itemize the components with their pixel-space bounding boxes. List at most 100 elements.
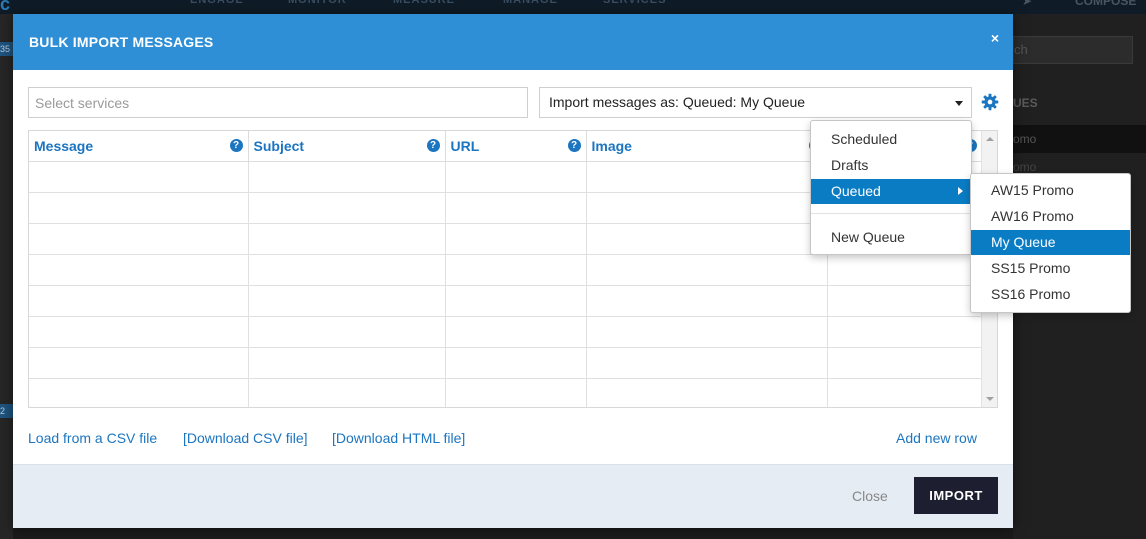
table-cell[interactable] (445, 161, 587, 193)
import-as-dropdown: Scheduled Drafts Queued New Queue (810, 120, 972, 255)
table-cell[interactable] (586, 223, 828, 255)
table-cell[interactable] (586, 285, 828, 317)
nav-measure[interactable]: MEASURE (393, 0, 455, 10)
caret-down-icon (955, 101, 963, 106)
menu-item-new-queue[interactable]: New Queue (811, 225, 971, 250)
table-cell[interactable] (29, 347, 249, 379)
app-top-bar: c ENGAGE MONITOR MEASURE MANAGE SERVICES… (0, 0, 1146, 14)
table-cell[interactable] (827, 254, 983, 286)
submenu-item-ss15-promo[interactable]: SS15 Promo (971, 256, 1130, 281)
table-cell[interactable] (586, 161, 828, 193)
help-icon[interactable]: ? (426, 139, 440, 152)
submenu-item-aw15-promo[interactable]: AW15 Promo (971, 178, 1130, 203)
table-cell[interactable] (248, 161, 446, 193)
table-cell[interactable] (248, 378, 446, 407)
download-csv-link[interactable]: [Download CSV file] (183, 430, 308, 446)
app-logo: c (0, 0, 11, 14)
bulk-import-modal: BULK IMPORT MESSAGES × Import messages a… (13, 14, 1013, 528)
table-cell[interactable] (445, 378, 587, 407)
table-cell[interactable] (29, 223, 249, 255)
table-cell[interactable] (586, 347, 828, 379)
table-cell[interactable] (445, 223, 587, 255)
close-icon[interactable]: × (991, 30, 999, 46)
table-cell[interactable] (586, 378, 828, 407)
table-cell[interactable] (827, 316, 983, 348)
nav-manage[interactable]: MANAGE (503, 0, 558, 10)
submenu-item-aw16-promo[interactable]: AW16 Promo (971, 204, 1130, 229)
import-as-value: Import messages as: Queued: My Queue (549, 94, 806, 110)
table-row (29, 285, 983, 317)
table-cell[interactable] (586, 316, 828, 348)
gear-icon[interactable] (981, 93, 999, 111)
table-cell[interactable] (29, 192, 249, 224)
table-row (29, 378, 983, 407)
import-button[interactable]: IMPORT (914, 477, 998, 514)
nav-monitor[interactable]: MONITOR (288, 0, 347, 10)
table-row (29, 316, 983, 348)
table-cell[interactable] (248, 285, 446, 317)
column-label: Subject (253, 137, 305, 154)
menu-item-label: Queued (831, 183, 881, 199)
table-cell[interactable] (29, 316, 249, 348)
close-button[interactable]: Close (852, 488, 888, 504)
scroll-down-icon[interactable] (986, 397, 994, 401)
load-csv-link[interactable]: Load from a CSV file (28, 430, 157, 446)
compose-button[interactable]: COMPOSE (1075, 0, 1136, 8)
table-cell[interactable] (827, 285, 983, 317)
menu-item-scheduled[interactable]: Scheduled (811, 127, 971, 152)
modal-footer: Close IMPORT (13, 464, 1013, 528)
import-as-select[interactable]: Import messages as: Queued: My Queue (539, 87, 972, 118)
table-cell[interactable] (445, 192, 587, 224)
column-header-message: Message? (29, 131, 249, 162)
table-cell[interactable] (445, 347, 587, 379)
modal-title: BULK IMPORT MESSAGES (29, 34, 214, 50)
nav-services[interactable]: SERVICES (603, 0, 666, 10)
table-cell[interactable] (445, 316, 587, 348)
caret-right-icon (958, 187, 963, 195)
app-left-rail: 35 2 (0, 14, 13, 539)
submenu-item-my-queue[interactable]: My Queue (971, 230, 1130, 255)
table-cell[interactable] (827, 347, 983, 379)
queue-submenu: AW15 Promo AW16 Promo My Queue SS15 Prom… (970, 173, 1131, 313)
submenu-item-ss16-promo[interactable]: SS16 Promo (971, 282, 1130, 307)
side-panel-title: UES (1013, 96, 1038, 110)
table-row (29, 254, 983, 286)
menu-item-queued[interactable]: Queued (811, 179, 971, 204)
modal-header: BULK IMPORT MESSAGES × (13, 14, 1013, 70)
side-panel-item[interactable]: omo (1013, 125, 1146, 153)
scroll-up-icon[interactable] (986, 137, 994, 141)
left-badge: 35 (0, 42, 13, 56)
table-cell[interactable] (248, 254, 446, 286)
column-header-image: Image? (586, 131, 828, 162)
nav-engage[interactable]: ENGAGE (190, 0, 244, 10)
table-row (29, 347, 983, 379)
table-cell[interactable] (827, 378, 983, 407)
table-cell[interactable] (586, 192, 828, 224)
column-label: Message (34, 137, 94, 154)
left-badge: 2 (0, 404, 13, 418)
table-cell[interactable] (445, 285, 587, 317)
side-panel-item[interactable]: omo (1013, 160, 1036, 174)
column-label: URL (450, 137, 480, 154)
table-cell[interactable] (248, 316, 446, 348)
table-cell[interactable] (248, 223, 446, 255)
help-icon[interactable]: ? (567, 139, 581, 152)
menu-item-drafts[interactable]: Drafts (811, 153, 971, 178)
download-html-link[interactable]: [Download HTML file] (332, 430, 465, 446)
table-cell[interactable] (248, 347, 446, 379)
table-cell[interactable] (29, 285, 249, 317)
column-label: Image (591, 137, 632, 154)
compose-icon[interactable]: ➤ (1022, 0, 1032, 8)
help-icon[interactable]: ? (229, 139, 243, 152)
table-cell[interactable] (29, 161, 249, 193)
select-services-input[interactable] (28, 87, 528, 118)
add-new-row-link[interactable]: Add new row (896, 430, 977, 446)
table-cell[interactable] (586, 254, 828, 286)
table-cell[interactable] (29, 254, 249, 286)
menu-divider (811, 213, 971, 214)
column-header-subject: Subject? (248, 131, 446, 162)
table-cell[interactable] (29, 378, 249, 407)
table-cell[interactable] (445, 254, 587, 286)
background-search[interactable]: ch (1013, 36, 1133, 64)
table-cell[interactable] (248, 192, 446, 224)
